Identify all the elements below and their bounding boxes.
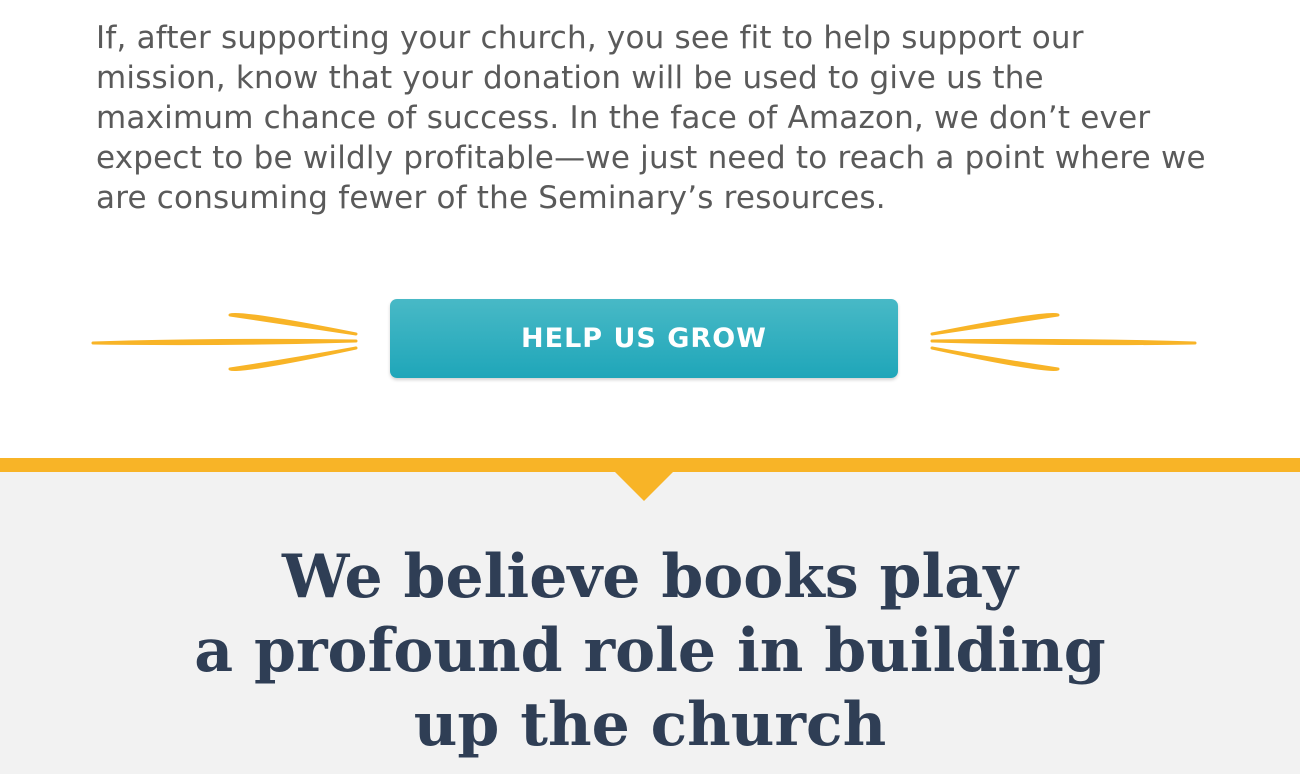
cta-row: HELP US GROW <box>0 298 1300 380</box>
heading-line: up the church <box>413 690 887 760</box>
section-divider <box>0 458 1300 472</box>
help-us-grow-button[interactable]: HELP US GROW <box>390 299 898 378</box>
divider-notch-icon <box>614 471 674 501</box>
arrow-burst-left-icon <box>930 312 1197 372</box>
section-heading: We believe books play a profound role in… <box>0 540 1300 762</box>
heading-line: We believe books play <box>281 542 1019 612</box>
heading-line: a profound role in building <box>194 616 1106 686</box>
intro-paragraph: If, after supporting your church, you se… <box>96 20 1206 216</box>
arrow-burst-right-icon <box>91 312 358 372</box>
